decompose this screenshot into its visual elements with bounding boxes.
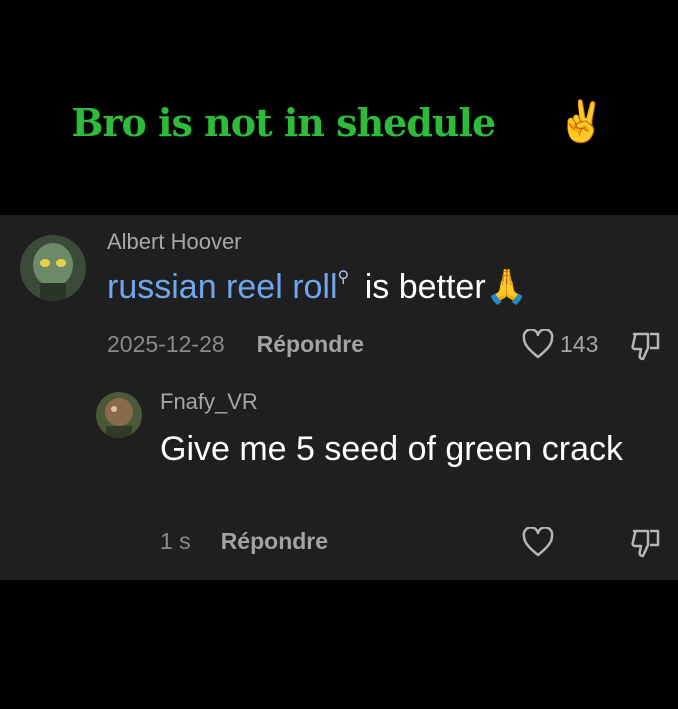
comment-text-rest: is better [355, 268, 486, 306]
search-link[interactable]: russian reel roll [107, 268, 338, 306]
comment-text: russian reel roll⚲ is better🙏 [107, 265, 528, 316]
reply-button[interactable]: Répondre [257, 331, 364, 358]
like-count: 143 [560, 330, 599, 357]
avatar[interactable] [20, 235, 86, 301]
comment-author[interactable]: Albert Hoover [107, 229, 242, 255]
relieved-face-emoji: 😌 [505, 100, 547, 144]
avatar[interactable] [96, 392, 142, 438]
thumbs-down-icon [631, 529, 660, 558]
dislike-button[interactable] [630, 330, 662, 367]
alien-avatar-icon [20, 235, 86, 301]
comment-date: 2025-12-28 [107, 331, 225, 357]
reply-button[interactable]: Répondre [221, 528, 328, 555]
comment-text: Give me 5 seed of green crack [160, 430, 624, 468]
video-caption: Bro is not in shedule 😌 ✌️ [0, 92, 678, 152]
comments-panel: Albert Hoover russian reel roll⚲ is bett… [0, 215, 678, 580]
comment-date: 1 s [160, 528, 191, 554]
search-icon[interactable]: ⚲ [338, 256, 350, 300]
like-button[interactable]: 143 [522, 329, 598, 359]
dislike-button[interactable] [630, 527, 662, 564]
victory-hand-emoji: ✌️ [556, 100, 607, 144]
folded-hands-emoji: 🙏 [485, 268, 528, 306]
heart-icon [522, 527, 554, 557]
heart-icon [522, 329, 554, 359]
character-avatar-icon [96, 392, 142, 438]
thumbs-down-icon [631, 332, 660, 361]
search-link-text: russian reel roll [107, 268, 338, 306]
like-button[interactable] [522, 527, 554, 557]
comment-meta: 1 s Répondre [160, 528, 328, 555]
comment-meta: 2025-12-28 Répondre [107, 331, 364, 358]
caption-text: Bro is not in shedule [71, 99, 496, 145]
comment-author[interactable]: Fnafy_VR [160, 389, 258, 415]
